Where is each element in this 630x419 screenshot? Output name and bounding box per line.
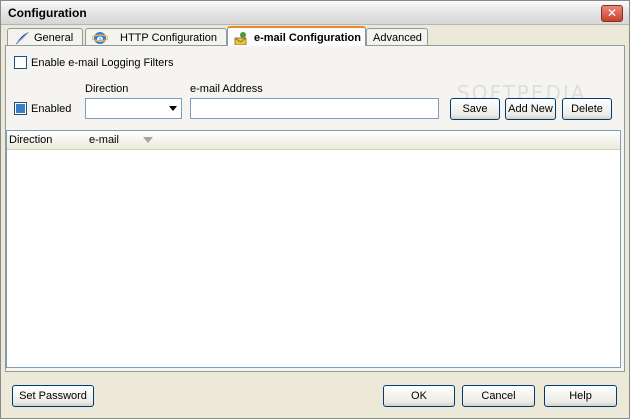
sort-descending-icon [143, 137, 153, 143]
save-button[interactable]: Save [450, 98, 500, 120]
tab-general[interactable]: General [7, 28, 83, 45]
email-address-label: e-mail Address [190, 83, 263, 95]
column-header-email[interactable]: e-mail [89, 134, 119, 146]
tab-label: HTTP Configuration [120, 31, 218, 44]
tab-label: Advanced [373, 31, 422, 44]
title-bar[interactable]: Configuration ✕ [1, 1, 629, 25]
mail-person-icon [234, 31, 250, 45]
add-new-button[interactable]: Add New [505, 98, 556, 120]
ie-globe-icon: e [91, 31, 109, 45]
tab-advanced[interactable]: Advanced [366, 28, 428, 45]
enable-email-logging-filters-checkbox[interactable]: Enable e-mail Logging Filters [14, 56, 173, 69]
list-header: Direction e-mail [7, 131, 620, 150]
set-password-button[interactable]: Set Password [12, 385, 94, 407]
window-title: Configuration [8, 6, 87, 20]
direction-label: Direction [85, 83, 129, 95]
column-header-direction[interactable]: Direction [9, 134, 52, 146]
checkbox-label: Enabled [31, 102, 72, 115]
tab-strip: General e HTTP Configuration e-mail Conf… [7, 26, 625, 46]
enabled-checkbox[interactable]: Enabled [14, 102, 71, 115]
ok-button[interactable]: OK [383, 385, 455, 407]
chevron-down-icon[interactable] [169, 106, 177, 111]
cancel-button[interactable]: Cancel [462, 385, 535, 407]
tab-http-configuration[interactable]: e HTTP Configuration [85, 28, 227, 45]
direction-select[interactable] [85, 98, 182, 119]
tab-email-configuration[interactable]: e-mail Configuration [227, 26, 366, 46]
configuration-window: Configuration ✕ General e HTTP Configura… [0, 0, 630, 419]
checkbox-label: Enable e-mail Logging Filters [31, 56, 174, 69]
delete-button[interactable]: Delete [562, 98, 612, 120]
feather-icon [14, 31, 30, 45]
email-filter-list[interactable]: Direction e-mail [6, 130, 621, 368]
checkbox-box[interactable] [14, 56, 27, 69]
help-button[interactable]: Help [544, 385, 617, 407]
tab-label: e-mail Configuration [254, 31, 361, 44]
email-address-input[interactable] [190, 98, 439, 119]
tab-label: General [34, 31, 74, 44]
close-button[interactable]: ✕ [601, 5, 623, 22]
checkbox-box[interactable] [14, 102, 27, 115]
close-icon: ✕ [606, 6, 618, 20]
